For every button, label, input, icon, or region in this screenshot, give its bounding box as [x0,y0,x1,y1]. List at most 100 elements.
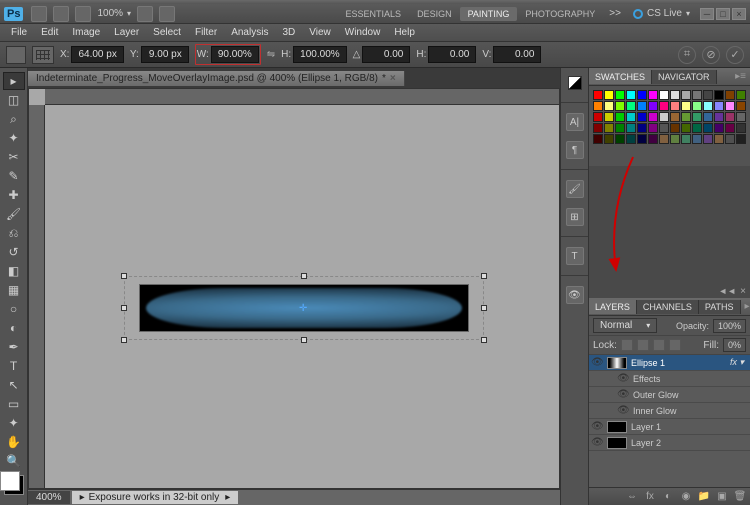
status-zoom[interactable]: 400% [28,491,70,504]
layer-style-icon[interactable]: fx [644,491,656,503]
menu-select[interactable]: Select [146,25,188,40]
swatch[interactable] [604,101,614,111]
layer-name[interactable]: Layer 1 [631,422,661,432]
eyedropper-tool[interactable]: ✎ [3,167,25,185]
x-input[interactable]: 64.00 px [71,46,123,63]
transform-handle[interactable] [121,337,127,343]
transform-handle[interactable] [301,273,307,279]
transform-handle[interactable] [481,305,487,311]
path-select-tool[interactable]: ↖ [3,376,25,394]
3d-tool[interactable]: ✦ [3,414,25,432]
swatch[interactable] [648,134,658,144]
transform-handle[interactable] [481,337,487,343]
visibility-toggle-icon[interactable]: 👁 [617,389,629,400]
tab-layers[interactable]: LAYERS [589,300,637,314]
swatch[interactable] [736,101,746,111]
swatch[interactable] [703,134,713,144]
swatch[interactable] [615,101,625,111]
swatch[interactable] [615,90,625,100]
layers-panel-menu-icon[interactable]: ▸≡ [741,301,750,312]
swatch[interactable] [593,101,603,111]
menu-filter[interactable]: Filter [188,25,224,40]
swatch[interactable] [593,123,603,133]
mini-bridge-icon[interactable] [53,6,69,22]
menu-layer[interactable]: Layer [107,25,146,40]
visibility-toggle-icon[interactable]: 👁 [617,373,629,384]
panel-close-icon[interactable]: × [740,286,746,297]
history-brush-tool[interactable]: ↺ [3,243,25,261]
swatch[interactable] [692,123,702,133]
cslive-button[interactable]: CS Live ▾ [633,8,690,19]
swatch[interactable] [681,90,691,100]
swatch[interactable] [736,123,746,133]
link-layers-icon[interactable]: ⇔ [626,491,638,503]
foreground-background-swatch[interactable] [4,475,24,495]
stamp-tool[interactable]: ⎌ [3,224,25,242]
swatch[interactable] [626,134,636,144]
swatch[interactable] [703,90,713,100]
layer-effect-inner-glow[interactable]: 👁 Inner Glow [589,403,750,419]
brush-panel-icon[interactable]: 🖌 [566,180,584,198]
swatch[interactable] [637,90,647,100]
healing-tool[interactable]: ✚ [3,186,25,204]
lock-pixels-icon[interactable] [637,339,649,351]
reference-point-icon[interactable]: ✛ [299,303,309,313]
reference-point-grid[interactable] [32,46,54,64]
swatch[interactable] [681,134,691,144]
menu-3d[interactable]: 3D [275,25,302,40]
swatch[interactable] [681,101,691,111]
swatch[interactable] [736,134,746,144]
adjustment-layer-icon[interactable]: ◉ [680,491,692,503]
document-tab[interactable]: Indeterminate_Progress_MoveOverlayImage.… [28,71,405,86]
character-panel-icon[interactable]: A| [566,113,584,131]
zoom-level-dropdown[interactable]: 100% [97,8,131,19]
new-layer-icon[interactable]: ▣ [716,491,728,503]
tab-navigator[interactable]: NAVIGATOR [652,70,717,84]
swatch[interactable] [681,112,691,122]
brush-presets-icon[interactable]: ⊞ [566,208,584,226]
dodge-tool[interactable]: ◐ [3,319,25,337]
swatch[interactable] [659,90,669,100]
workspace-essentials[interactable]: ESSENTIALS [338,7,410,21]
transform-tool-icon[interactable] [6,46,26,64]
eraser-tool[interactable]: ◧ [3,262,25,280]
move-tool[interactable]: ▸ [3,72,25,90]
menu-image[interactable]: Image [65,25,107,40]
zoom-tool[interactable]: 🔍 [3,452,25,470]
blur-tool[interactable]: ○ [3,300,25,318]
layer-name[interactable]: Layer 2 [631,438,661,448]
swatch[interactable] [593,112,603,122]
opacity-input[interactable]: 100% [713,319,746,333]
swatch[interactable] [725,134,735,144]
swatch[interactable] [703,112,713,122]
transform-handle[interactable] [121,273,127,279]
delete-layer-icon[interactable]: 🗑 [734,491,746,503]
swatch[interactable] [714,112,724,122]
swatch[interactable] [637,112,647,122]
layer-effect-outer-glow[interactable]: 👁 Outer Glow [589,387,750,403]
visibility-toggle-icon[interactable]: 👁 [617,405,629,416]
swatch[interactable] [736,112,746,122]
swatch[interactable] [725,112,735,122]
canvas[interactable]: ✛ [28,88,560,489]
swatch[interactable] [604,123,614,133]
swatch[interactable] [692,134,702,144]
swatch[interactable] [703,101,713,111]
type-panel-icon[interactable]: T [566,247,584,265]
transform-handle[interactable] [301,337,307,343]
swatch[interactable] [648,90,658,100]
layer-thumbnail[interactable] [607,437,627,449]
swatch[interactable] [637,134,647,144]
menu-analysis[interactable]: Analysis [224,25,275,40]
layer-mask-icon[interactable]: ◐ [662,491,674,503]
brush-tool[interactable]: 🖌 [3,205,25,223]
menu-view[interactable]: View [302,25,338,40]
color-picker-icon[interactable] [568,76,582,90]
layer-name[interactable]: Ellipse 1 [631,358,665,368]
swatch[interactable] [593,90,603,100]
menu-edit[interactable]: Edit [34,25,65,40]
visibility-toggle-icon[interactable]: 👁 [591,421,603,432]
swatch[interactable] [659,123,669,133]
swatch[interactable] [637,123,647,133]
layer-row-ellipse1[interactable]: 👁 Ellipse 1 fx ▾ [589,355,750,371]
